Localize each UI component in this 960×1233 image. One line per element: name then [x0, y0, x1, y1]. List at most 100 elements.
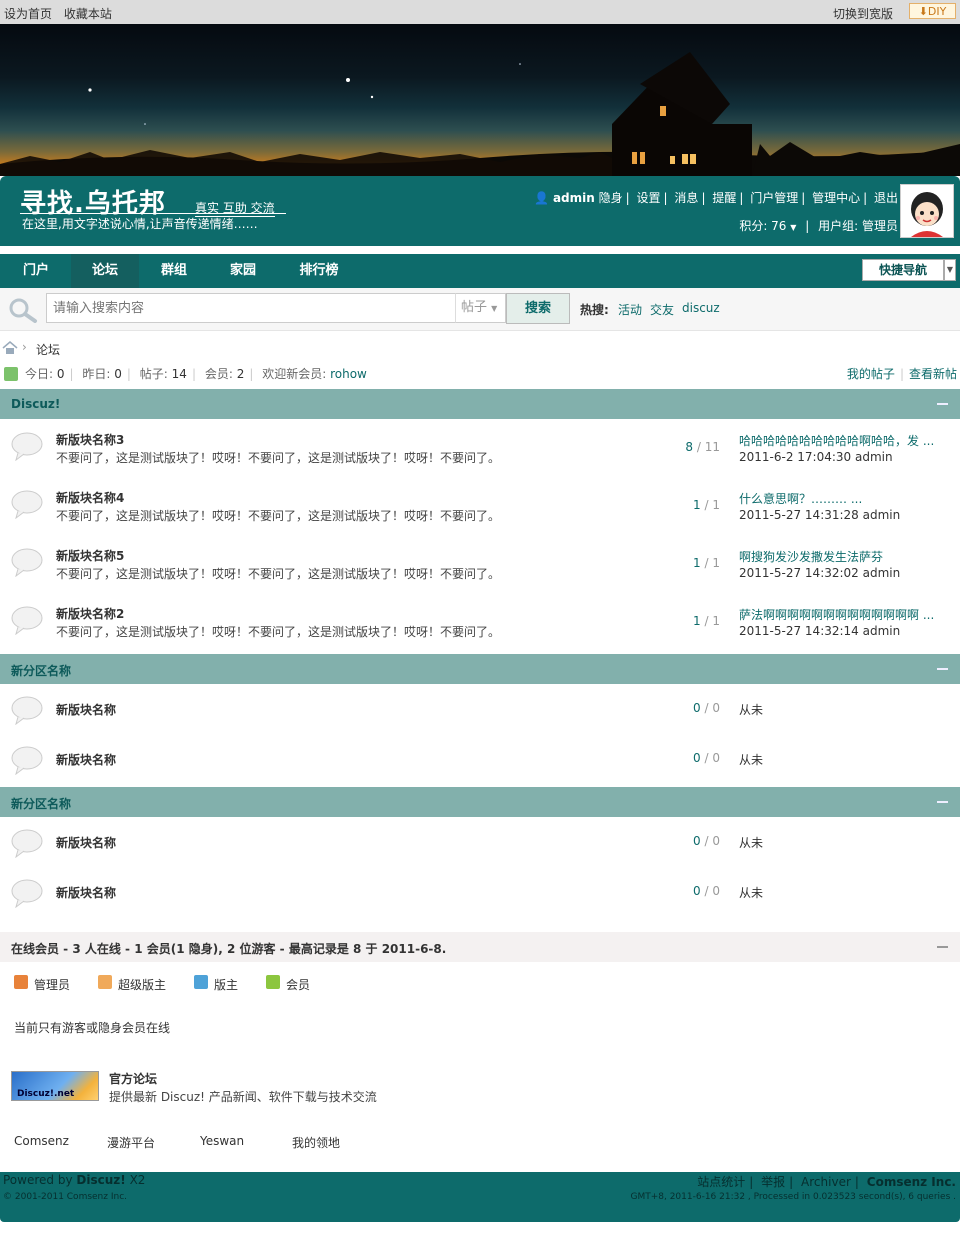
- friend-link[interactable]: Yeswan: [200, 1134, 244, 1148]
- last-post-link[interactable]: 哈哈哈哈哈哈哈哈哈哈啊哈哈，发 ...: [739, 432, 934, 449]
- thread-count: 1: [693, 498, 701, 512]
- processing-info: GMT+8, 2011-6-16 21:32 , Processed in 0.…: [630, 1192, 956, 1202]
- invisible-link[interactable]: 隐身: [599, 191, 623, 205]
- friend-link[interactable]: 我的领地: [292, 1134, 340, 1151]
- search-type-select[interactable]: 帖子 ▼: [455, 293, 506, 323]
- notifications-link[interactable]: 提醒: [712, 191, 736, 205]
- search-icon: [8, 297, 38, 326]
- settings-link[interactable]: 设置: [637, 191, 661, 205]
- forum-name-link[interactable]: 新版块名称: [56, 751, 116, 768]
- quick-nav-button[interactable]: 快捷导航: [862, 259, 944, 281]
- footer-link[interactable]: Comsenz Inc.: [867, 1175, 956, 1189]
- last-post-link[interactable]: 萨法啊啊啊啊啊啊啊啊啊啊啊啊啊 ...: [739, 606, 934, 623]
- copyright: © 2001-2011 Comsenz Inc.: [3, 1192, 128, 1202]
- search-button[interactable]: 搜索: [506, 293, 570, 324]
- thread-count: 8: [685, 440, 694, 454]
- forum-name-link[interactable]: 新版块名称3: [56, 431, 124, 448]
- diy-arrow-icon: ⬇: [918, 5, 928, 18]
- discuz-logo[interactable]: Discuz!.net: [11, 1071, 99, 1101]
- category-title[interactable]: 新分区名称: [11, 662, 71, 679]
- last-post-link[interactable]: 啊搜狗发沙发撒发生法萨芬: [739, 548, 883, 565]
- forum-description: 不要问了，这是测试版块了！哎呀！不要问了，这是测试版块了！哎呀！不要问了。: [56, 625, 501, 639]
- messages-link[interactable]: 消息: [674, 191, 698, 205]
- legend-label: 版主: [214, 978, 239, 992]
- nav-item-groups[interactable]: 群组: [144, 254, 204, 288]
- official-forum-link[interactable]: 官方论坛: [109, 1070, 157, 1087]
- chevron-down-icon[interactable]: ▼: [944, 259, 956, 281]
- friend-link[interactable]: Comsenz: [14, 1134, 69, 1148]
- admin-center-link[interactable]: 管理中心: [812, 191, 860, 205]
- yesterday-label: 昨日:: [82, 367, 111, 381]
- footer-link[interactable]: 站点统计: [697, 1175, 745, 1189]
- forum-name-link[interactable]: 新版块名称2: [56, 605, 124, 622]
- search-input[interactable]: [46, 293, 456, 323]
- category-title[interactable]: Discuz!: [11, 397, 60, 411]
- search-type-value: 帖子: [461, 300, 488, 315]
- set-home-link[interactable]: 设为首页: [4, 7, 52, 21]
- thread-count: 1: [693, 614, 701, 628]
- points-menu[interactable]: 积分: 76: [739, 219, 786, 233]
- nav-item-portal[interactable]: 门户: [6, 254, 66, 288]
- home-icon[interactable]: [2, 341, 18, 358]
- posts-label: 帖子:: [139, 367, 168, 381]
- collapse-icon[interactable]: [937, 801, 948, 803]
- post-count: 1: [712, 614, 720, 628]
- forum-counts: 1 / 1: [693, 614, 720, 628]
- logo-slogan: 在这里,用文字述说心情,让声音传递情绪……: [22, 217, 258, 231]
- forum-name-link[interactable]: 新版块名称: [56, 701, 116, 718]
- footer-link[interactable]: Archiver: [801, 1175, 851, 1189]
- user-group[interactable]: 用户组: 管理员: [818, 219, 898, 233]
- post-count: 0: [712, 834, 720, 848]
- thread-count: 0: [693, 701, 701, 715]
- online-note: 当前只有游客或隐身会员在线: [14, 1021, 171, 1035]
- switch-wide-link[interactable]: 切换到宽版: [833, 5, 893, 22]
- friend-link[interactable]: 漫游平台: [107, 1134, 155, 1151]
- last-post-info: 2011-6-2 17:04:30 admin: [739, 450, 893, 464]
- forum-bubble-icon: [11, 432, 43, 461]
- collapse-icon[interactable]: [937, 668, 948, 670]
- posts-count: 14: [171, 367, 187, 381]
- last-post-info: 2011-5-27 14:31:28 admin: [739, 508, 901, 522]
- new-member-link[interactable]: rohow: [330, 367, 367, 381]
- hot-search-label: 热搜:: [580, 303, 609, 317]
- forum-bubble-icon: [11, 829, 43, 858]
- last-post-link[interactable]: 什么意思啊？……… ...: [739, 490, 862, 507]
- forum-counts: 8 / 11: [685, 440, 720, 454]
- collapse-icon[interactable]: [937, 403, 948, 405]
- username-link[interactable]: admin: [553, 191, 595, 205]
- category-title[interactable]: 新分区名称: [11, 795, 71, 812]
- diy-label: DIY: [927, 5, 947, 18]
- nav-item-forum[interactable]: 论坛: [71, 254, 139, 288]
- last-post-info: 从未: [739, 886, 764, 900]
- nav-item-home[interactable]: 家园: [213, 254, 273, 288]
- hot-search-link[interactable]: discuz: [682, 301, 720, 315]
- footer-link[interactable]: 举报: [761, 1175, 785, 1189]
- bookmark-link[interactable]: 收藏本站: [64, 7, 112, 21]
- forum-name-link[interactable]: 新版块名称: [56, 884, 116, 901]
- breadcrumb[interactable]: 论坛: [36, 341, 60, 358]
- view-new-link[interactable]: 查看新帖: [909, 367, 957, 381]
- forum-name-link[interactable]: 新版块名称4: [56, 489, 124, 506]
- avatar[interactable]: [900, 184, 954, 238]
- post-count: 0: [712, 701, 720, 715]
- last-post-info: 从未: [739, 836, 764, 850]
- stats-chart-icon: [4, 367, 18, 381]
- diy-button[interactable]: ⬇DIY: [909, 3, 956, 19]
- discuz-link[interactable]: Discuz!: [76, 1173, 125, 1187]
- members-label: 会员:: [204, 367, 233, 381]
- online-members-title[interactable]: 在线会员 - 3 人在线 - 1 会员(1 隐身), 2 位游客 - 最高记录是…: [11, 940, 446, 957]
- my-posts-link[interactable]: 我的帖子: [847, 367, 895, 381]
- forum-name-link[interactable]: 新版块名称: [56, 834, 116, 851]
- moderator-user-icon: [194, 975, 208, 989]
- hot-search-link[interactable]: 活动: [618, 301, 642, 318]
- forum-name-link[interactable]: 新版块名称5: [56, 547, 124, 564]
- nav-item-ranking[interactable]: 排行榜: [286, 254, 352, 288]
- hot-search-link[interactable]: 交友: [650, 301, 674, 318]
- logout-link[interactable]: 退出: [874, 191, 898, 205]
- post-count: 1: [712, 498, 720, 512]
- official-forum-desc: 提供最新 Discuz! 产品新闻、软件下载与技术交流: [109, 1090, 377, 1104]
- forum-description: 不要问了，这是测试版块了！哎呀！不要问了，这是测试版块了！哎呀！不要问了。: [56, 451, 501, 465]
- chevron-down-icon[interactable]: ▼: [790, 223, 796, 232]
- collapse-icon[interactable]: [937, 946, 948, 948]
- portal-admin-link[interactable]: 门户管理: [750, 191, 798, 205]
